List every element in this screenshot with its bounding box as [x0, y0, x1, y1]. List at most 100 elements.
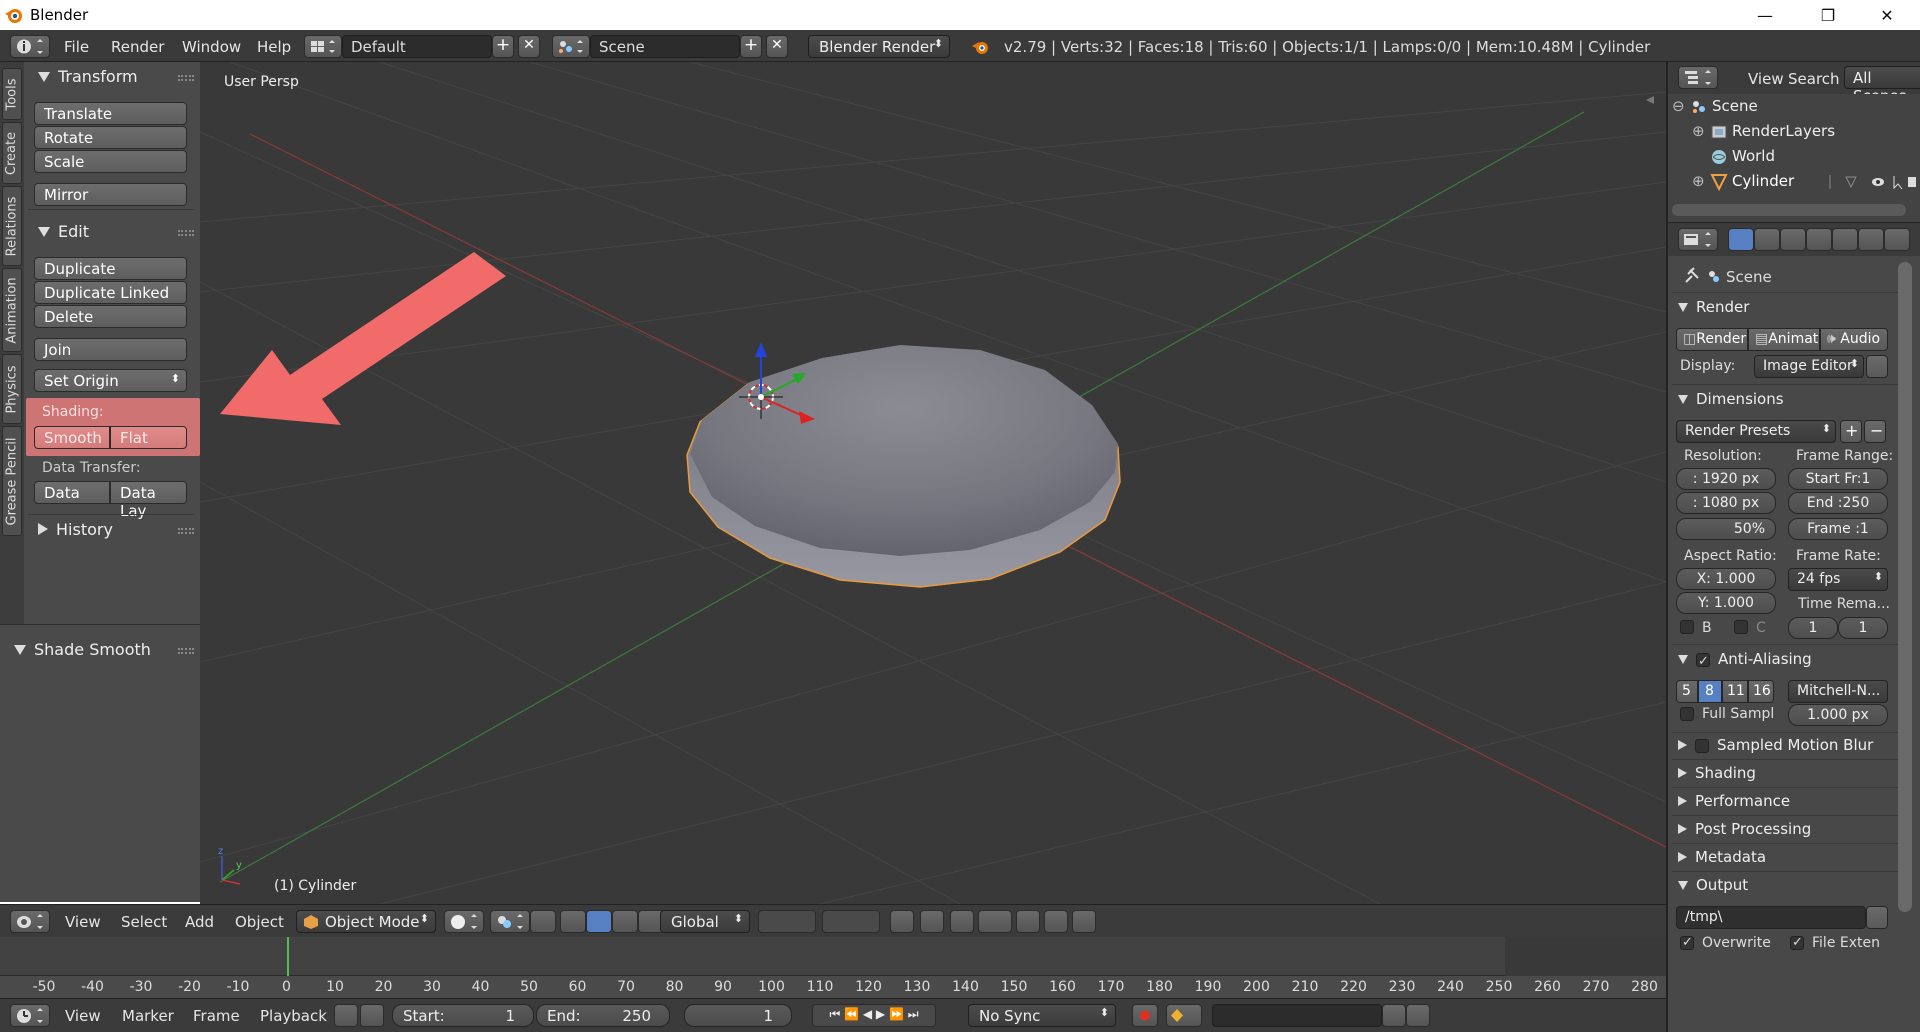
menu-playback[interactable]: Playback — [260, 1007, 327, 1025]
tab-physics[interactable]: Physics — [2, 354, 22, 424]
render-context-tab[interactable] — [1728, 228, 1754, 251]
panel-grip-icon[interactable] — [178, 230, 194, 236]
add-preset-button[interactable]: + — [1840, 420, 1862, 443]
post-processing-panel-header[interactable]: Post Processing — [1678, 820, 1811, 838]
panel-grip-icon[interactable] — [178, 75, 194, 81]
render-viewport-icon[interactable] — [1044, 910, 1068, 933]
render-still-button[interactable]: ◫Render — [1676, 328, 1748, 351]
aa-samples-8[interactable]: 8 — [1698, 680, 1722, 703]
keying-set-button[interactable] — [1166, 1004, 1202, 1027]
outliner-item-world[interactable]: World — [1668, 144, 1920, 169]
playback-controls[interactable]: ⏮ ⏪ ◀ ▶ ⏩ ⏭ — [812, 1004, 936, 1027]
world-context-tab[interactable] — [1806, 228, 1832, 251]
aa-samples-5[interactable]: 5 — [1676, 680, 1698, 703]
collapse-icon[interactable]: ⊖ — [1672, 97, 1685, 115]
menu-view[interactable]: View — [65, 913, 101, 931]
start-frame-field[interactable]: Start: 1 — [392, 1004, 534, 1027]
layers-grid-right[interactable] — [822, 910, 880, 933]
overwrite-checkbox[interactable] — [1680, 936, 1694, 950]
constraints-context-tab[interactable] — [1858, 228, 1884, 251]
tab-animation[interactable]: Animation — [2, 268, 22, 352]
join-button[interactable]: Join — [34, 338, 187, 361]
render-engine-dropdown[interactable]: Blender Render ⬍ — [808, 35, 950, 58]
record-button[interactable] — [1132, 1004, 1158, 1027]
flat-button[interactable]: Flat — [110, 426, 187, 449]
transform-panel-header[interactable]: Transform — [38, 67, 138, 86]
timeline-editor[interactable]: -50 -40 -30 -20 -10 0 10 20 30 40 50 60 70 80 90 100 110… — [0, 937, 1666, 998]
resolution-percentage-field[interactable]: 50% — [1676, 518, 1776, 540]
outliner-menu-view[interactable]: View — [1748, 70, 1784, 88]
menu-help[interactable]: Help — [257, 38, 291, 56]
sync-mode-dropdown[interactable]: No Sync ⬍ — [968, 1004, 1116, 1027]
render-panel-header[interactable]: Render — [1678, 298, 1749, 316]
object-context-tab[interactable] — [1832, 228, 1858, 251]
menu-file[interactable]: File — [64, 38, 89, 56]
rotate-manipulator-icon[interactable] — [586, 910, 612, 933]
menu-render[interactable]: Render — [111, 38, 164, 56]
menu-window[interactable]: Window — [182, 38, 241, 56]
timeline-ruler[interactable]: -50 -40 -30 -20 -10 0 10 20 30 40 50 60 70 80 90 100 110… — [0, 976, 1666, 998]
outliner-scrollbar[interactable] — [1672, 204, 1906, 216]
expand-icon[interactable]: ⊕ — [1692, 122, 1705, 140]
performance-panel-header[interactable]: Performance — [1678, 792, 1790, 810]
active-keying-set-field[interactable] — [1212, 1004, 1382, 1027]
render-audio-button[interactable]: 🕪 Audio — [1820, 328, 1888, 351]
editor-type-button[interactable] — [1678, 228, 1718, 251]
end-frame-field[interactable]: End: 250 — [536, 1004, 670, 1027]
mirror-button[interactable]: Mirror — [34, 183, 187, 206]
time-remap-new-field[interactable]: 1 — [1838, 617, 1888, 639]
expand-icon[interactable]: ⊕ — [1692, 172, 1705, 190]
sampled-motion-blur-panel-header[interactable]: Sampled Motion Blur — [1678, 736, 1873, 754]
interaction-mode-dropdown[interactable]: Object Mode ⬍ — [296, 910, 436, 933]
current-frame-marker[interactable] — [287, 937, 289, 976]
aa-samples-16[interactable]: 16 — [1748, 680, 1774, 703]
tab-relations[interactable]: Relations — [2, 186, 22, 266]
border-checkbox[interactable] — [1680, 620, 1694, 634]
screen-layout-icon[interactable] — [304, 35, 342, 58]
transform-orientation-dropdown[interactable]: Global ⬍ — [660, 910, 750, 933]
snap-element-icon[interactable] — [978, 910, 1012, 933]
menu-add[interactable]: Add — [185, 913, 214, 931]
render-animation-icon[interactable] — [1072, 910, 1096, 933]
browse-folder-icon[interactable] — [1866, 906, 1888, 929]
editor-type-button[interactable] — [10, 1004, 50, 1027]
remove-preset-button[interactable]: − — [1864, 420, 1886, 443]
menu-object[interactable]: Object — [235, 913, 284, 931]
set-origin-dropdown[interactable]: Set Origin ⬍ — [34, 369, 187, 392]
resolution-x-field[interactable]: : 1920 px — [1676, 468, 1776, 490]
tab-tools[interactable]: Tools — [2, 68, 22, 120]
metadata-panel-header[interactable]: Metadata — [1678, 848, 1766, 866]
close-button[interactable]: ✕ — [1858, 0, 1916, 30]
menu-frame[interactable]: Frame — [193, 1007, 240, 1025]
frame-start-field[interactable]: Start Fr:1 — [1788, 468, 1888, 490]
output-panel-header[interactable]: Output — [1678, 876, 1748, 894]
lock-layers-icon[interactable] — [890, 910, 914, 933]
dimensions-panel-header[interactable]: Dimensions — [1678, 390, 1784, 408]
translate-button[interactable]: Translate — [34, 102, 187, 125]
timeline-track[interactable] — [0, 937, 1666, 976]
outliner-item-cylinder[interactable]: ⊕ Cylinder — [1668, 169, 1920, 194]
add-layout-button[interactable]: + — [492, 35, 514, 58]
smooth-button[interactable]: Smooth — [34, 426, 110, 449]
render-presets-dropdown[interactable]: Render Presets ⬍ — [1676, 420, 1836, 443]
lock-time-icon[interactable] — [360, 1004, 384, 1027]
shade-smooth-operator-header[interactable]: Shade Smooth — [14, 640, 151, 659]
viewport-shading-button[interactable] — [444, 910, 484, 933]
maximize-button[interactable]: ❐ — [1799, 0, 1857, 30]
outliner-item-renderlayers[interactable]: ⊕ RenderLayers — [1668, 119, 1920, 144]
n-panel-toggle-icon[interactable] — [1646, 96, 1654, 104]
minimize-button[interactable]: — — [1736, 0, 1794, 30]
panel-grip-icon[interactable] — [178, 528, 194, 534]
delete-button[interactable]: Delete — [34, 305, 187, 328]
crop-checkbox[interactable] — [1734, 620, 1748, 634]
render-layers-context-tab[interactable] — [1754, 228, 1780, 251]
editor-type-button[interactable] — [10, 35, 50, 58]
duplicate-linked-button[interactable]: Duplicate Linked — [34, 281, 187, 304]
lock-interface-icon[interactable] — [1866, 355, 1888, 378]
delete-scene-button[interactable]: ✕ — [766, 35, 788, 58]
full-sample-checkbox[interactable] — [1680, 707, 1694, 721]
edit-panel-header[interactable]: Edit — [38, 222, 89, 241]
snap-target-icon[interactable] — [1016, 910, 1040, 933]
pin-scene-icon[interactable] — [1682, 266, 1722, 286]
properties-scrollbar[interactable] — [1898, 262, 1912, 912]
